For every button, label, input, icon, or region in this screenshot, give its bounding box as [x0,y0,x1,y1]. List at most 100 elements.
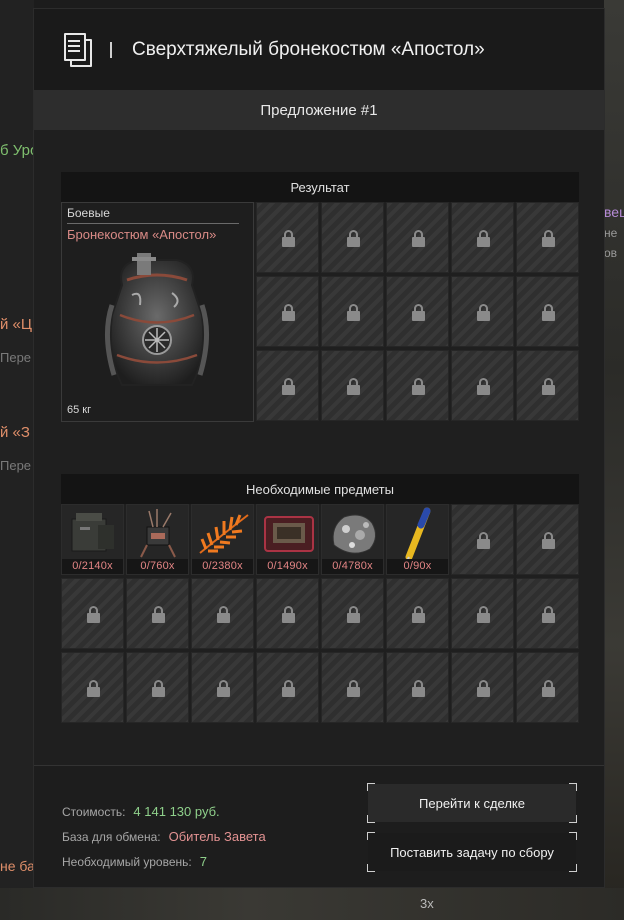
lock-icon [541,679,555,698]
required-item[interactable]: 0/760x [126,504,189,575]
locked-slot [516,350,579,421]
dialog-title: Сверхтяжелый бронекостюм «Апостол» [132,38,485,60]
goto-trade-label: Перейти к сделке [419,795,525,811]
base-row: База для обмена: Обитель Завета [62,829,266,844]
lock-icon [281,303,295,322]
craft-dialog: Сверхтяжелый бронекостюм «Апостол» Предл… [33,8,605,888]
lock-icon [346,605,360,624]
required-item[interactable]: 0/90x [386,504,449,575]
required-item[interactable]: 0/1490x [256,504,319,575]
locked-slot [516,202,579,273]
lock-icon [541,229,555,248]
background-bottom-strip: 3x [0,888,624,920]
locked-slot [191,652,254,723]
item-weight: 65 кг [67,404,92,416]
bg-fragment: не ба [0,858,34,874]
lock-icon [541,531,555,550]
lock-icon [411,229,425,248]
required-item[interactable]: 0/2380x [191,504,254,575]
locked-slot [61,578,124,649]
item-category: Боевые [67,206,110,220]
locked-slot [256,276,319,347]
goto-trade-button[interactable]: Перейти к сделке [367,783,577,823]
required-item[interactable]: 0/4780x [321,504,384,575]
dialog-header: Сверхтяжелый бронекостюм «Апостол» [34,9,604,90]
bg-fragment: ов [604,246,618,260]
lock-icon [216,679,230,698]
lock-icon [541,605,555,624]
bg-fragment: не [604,226,618,240]
locked-slot [516,578,579,649]
set-collect-task-button[interactable]: Поставить задачу по сбору [367,832,577,872]
bg-fragment: б Уро [0,142,34,159]
locked-slot [451,276,514,347]
bg-fragment: Пере [0,458,32,473]
required-qty: 0/2140x [62,559,123,574]
level-label: Необходимый уровень: [62,855,192,869]
required-qty: 0/4780x [322,559,383,574]
locked-slot [321,578,384,649]
lock-icon [476,531,490,550]
level-value: 7 [199,854,207,869]
required-item[interactable]: 0/2140x [61,504,124,575]
locked-slot [191,578,254,649]
locked-slot [516,652,579,723]
lock-icon [541,303,555,322]
title-separator [110,41,112,58]
set-collect-task-label: Поставить задачу по сбору [390,844,554,860]
document-icon [62,32,92,67]
locked-slot [516,276,579,347]
locked-slot [321,276,384,347]
locked-slot [256,350,319,421]
lock-icon [476,229,490,248]
bg-fragment: й «Ц [0,316,32,333]
locked-slot [386,202,449,273]
locked-slot [451,652,514,723]
offer-tab[interactable]: Предложение #1 [34,90,604,130]
base-value: Обитель Завета [168,829,266,844]
locked-slot [321,652,384,723]
locked-slot [386,276,449,347]
locked-slot [256,652,319,723]
base-label: База для обмена: [62,830,161,844]
armor-suit-icon [104,253,210,386]
locked-slot [451,202,514,273]
lock-icon [411,377,425,396]
locked-slot [126,652,189,723]
locked-slot [126,578,189,649]
required-qty: 0/2380x [192,559,253,574]
cost-value: 4 141 130 руб. [133,804,220,819]
lock-icon [346,679,360,698]
locked-slot [256,202,319,273]
locked-slot [61,652,124,723]
result-item-card[interactable]: Боевые Бронекостюм «Апостол» 65 кг [61,202,254,422]
cost-label: Стоимость: [62,805,126,819]
cost-row: Стоимость: 4 141 130 руб. [62,804,220,819]
dialog-footer: Стоимость: 4 141 130 руб. База для обмена… [34,765,604,887]
locked-slot [386,652,449,723]
lock-icon [476,377,490,396]
lock-icon [86,605,100,624]
level-row: Необходимый уровень: 7 [62,854,207,869]
bg-fragment: 3x [420,896,434,911]
lock-icon [281,679,295,698]
lock-icon [86,679,100,698]
lock-icon [541,377,555,396]
lock-icon [281,377,295,396]
lock-icon [476,679,490,698]
background-left-panel: б Уро й «Ц Пере й «З Пере не ба [0,0,34,920]
result-header: Результат [61,172,579,202]
lock-icon [346,229,360,248]
bg-fragment: й «З [0,424,30,441]
locked-slot [321,202,384,273]
locked-slot [451,350,514,421]
required-qty: 0/1490x [257,559,318,574]
locked-slot [516,504,579,575]
lock-icon [281,229,295,248]
lock-icon [151,605,165,624]
background-right-panel: вещ не ов [604,0,624,920]
item-name: Бронекостюм «Апостол» [67,227,217,242]
locked-slot [451,504,514,575]
lock-icon [346,303,360,322]
locked-slot [256,578,319,649]
